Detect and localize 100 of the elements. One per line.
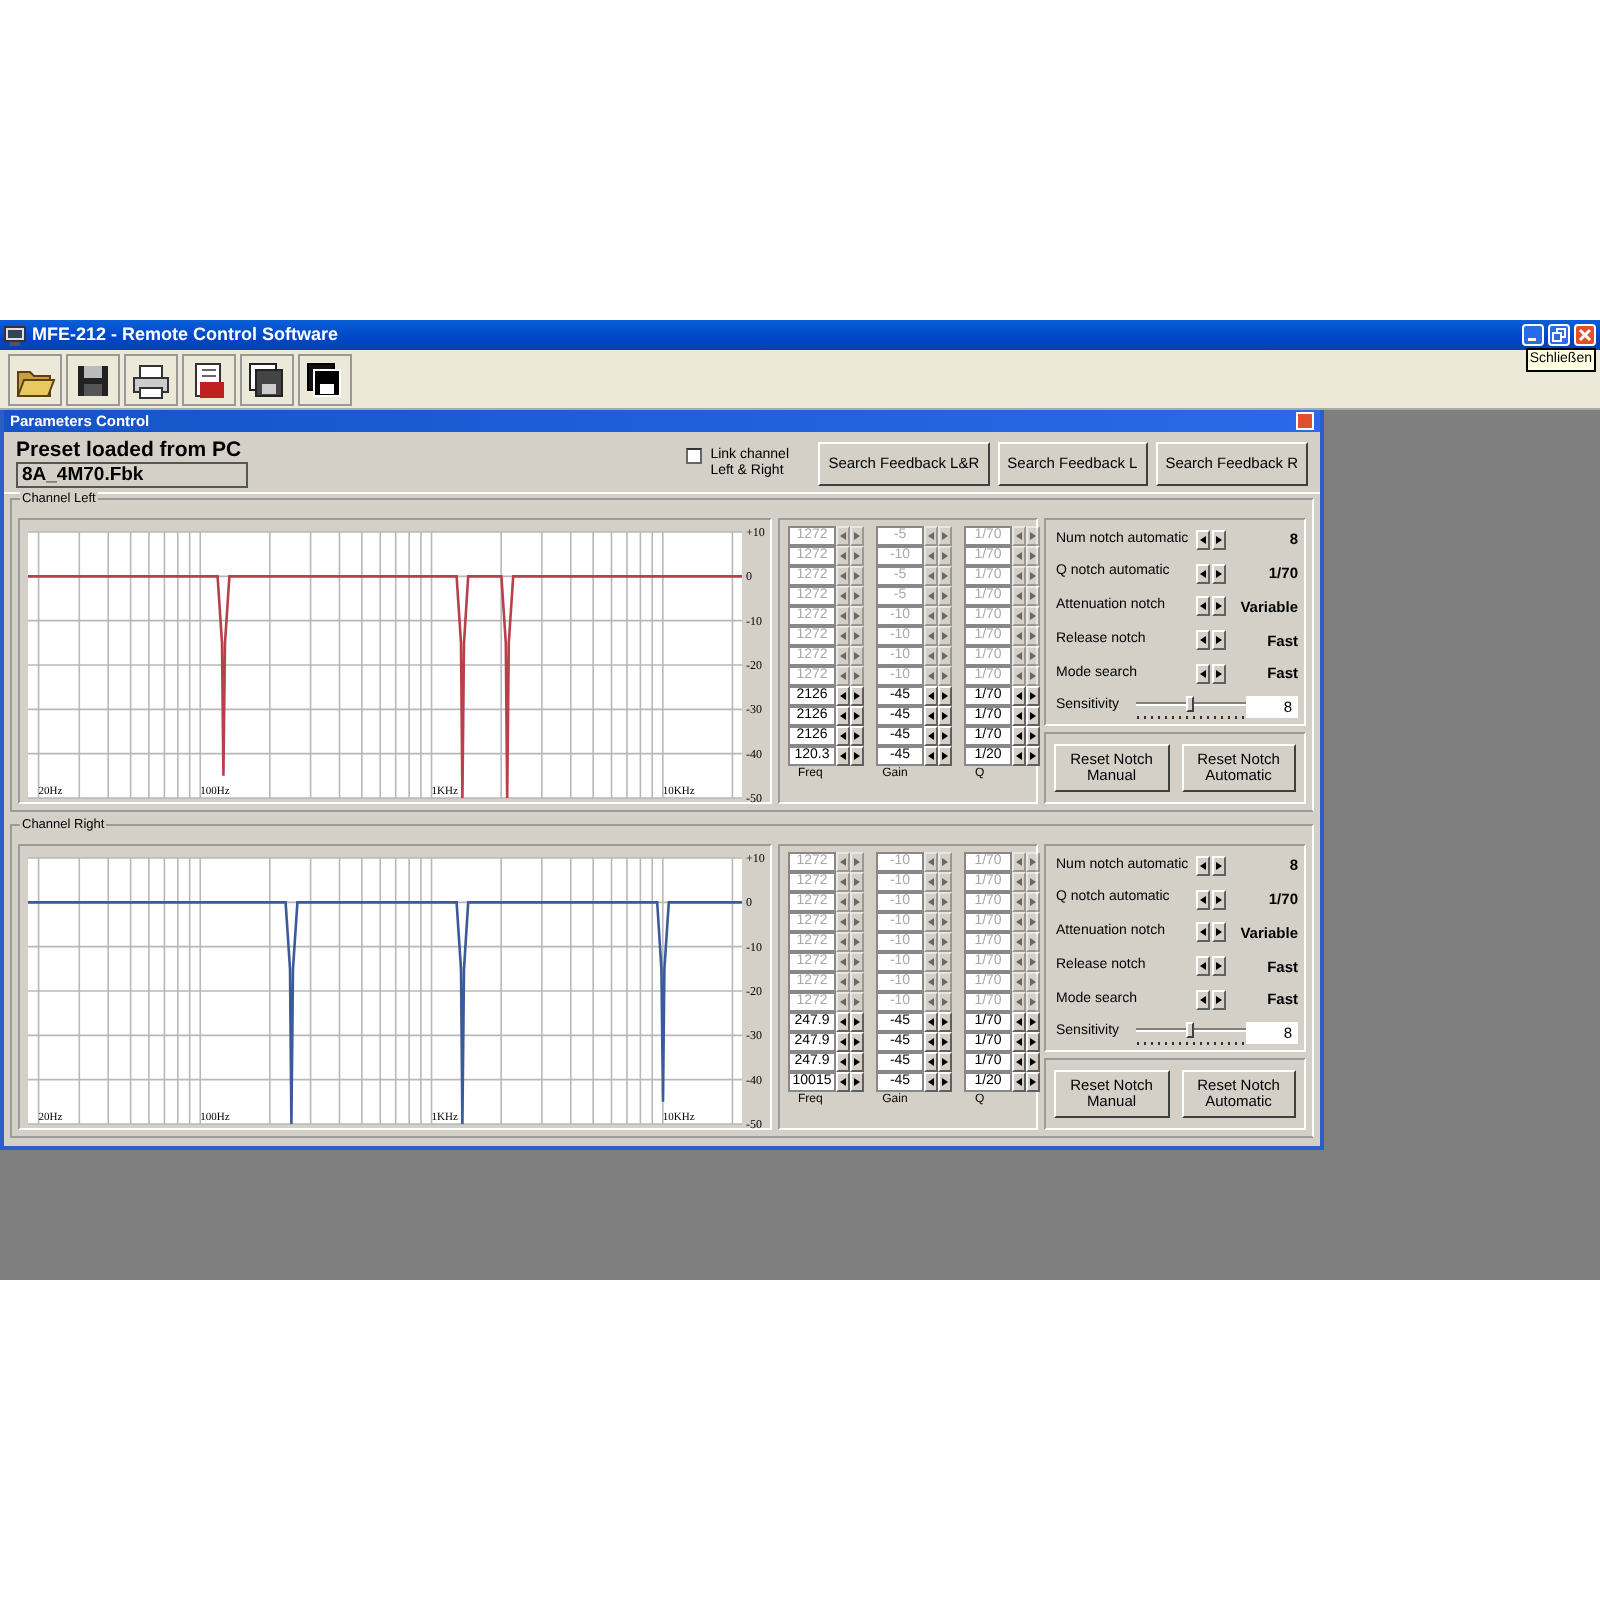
- spin-button[interactable]: [836, 746, 850, 767]
- spin-button[interactable]: [938, 1032, 952, 1053]
- slider-thumb[interactable]: [1186, 1021, 1195, 1038]
- spin-button[interactable]: [924, 726, 938, 747]
- spin-button[interactable]: [836, 726, 850, 747]
- spin-button[interactable]: [850, 1052, 864, 1073]
- spin-button[interactable]: [1026, 706, 1040, 727]
- left-arrow-icon: [1198, 960, 1208, 973]
- spin-button[interactable]: [938, 1052, 952, 1073]
- spin-button[interactable]: [938, 1012, 952, 1033]
- toolbar-button[interactable]: [298, 354, 352, 406]
- spin-button[interactable]: [938, 706, 952, 727]
- spin-button[interactable]: [1196, 663, 1210, 684]
- close-button[interactable]: [1574, 324, 1596, 346]
- close-button[interactable]: [1296, 412, 1314, 431]
- spin-button[interactable]: [1196, 563, 1210, 584]
- toolbar-button[interactable]: [240, 354, 294, 406]
- spin-button[interactable]: [1212, 630, 1226, 651]
- spin-button[interactable]: [1196, 855, 1210, 876]
- right-arrow-icon: [1214, 634, 1224, 647]
- spin-button[interactable]: [1212, 889, 1226, 910]
- spin-button[interactable]: [836, 1072, 850, 1093]
- spin-button[interactable]: [1012, 1052, 1026, 1073]
- spin-button[interactable]: [1012, 1072, 1026, 1093]
- spin-button[interactable]: [836, 686, 850, 707]
- spin-button[interactable]: [1196, 989, 1210, 1010]
- spin-button[interactable]: [1212, 663, 1226, 684]
- disk-stack-icon: [304, 359, 346, 401]
- right-arrow-icon: [1214, 926, 1224, 939]
- checkbox[interactable]: [686, 447, 703, 464]
- spin-button[interactable]: [836, 706, 850, 727]
- preset-label: Preset loaded from PC: [16, 438, 244, 463]
- spin-button[interactable]: [924, 746, 938, 767]
- spin-button[interactable]: [1012, 706, 1026, 727]
- spin-button[interactable]: [1026, 746, 1040, 767]
- spin-button[interactable]: [938, 1072, 952, 1093]
- spin-button[interactable]: [836, 1052, 850, 1073]
- spin-button[interactable]: [1026, 686, 1040, 707]
- spin-button[interactable]: [1212, 956, 1226, 977]
- right-arrow-icon: [1214, 600, 1224, 613]
- spin-button[interactable]: [1212, 596, 1226, 617]
- spin-button[interactable]: [850, 746, 864, 767]
- left-arrow-icon: [1198, 926, 1208, 939]
- spin-button[interactable]: [850, 1072, 864, 1093]
- spin-button[interactable]: [924, 1072, 938, 1093]
- left-arrow-icon: [1198, 567, 1208, 580]
- spin-button[interactable]: [924, 1032, 938, 1053]
- spin-button[interactable]: [1212, 855, 1226, 876]
- spin-button[interactable]: [1012, 746, 1026, 767]
- spin-button[interactable]: [1212, 529, 1226, 550]
- spin-button[interactable]: [1012, 1012, 1026, 1033]
- spin-button[interactable]: [1026, 1072, 1040, 1093]
- spin-button[interactable]: [1196, 922, 1210, 943]
- spin-button[interactable]: [1196, 596, 1210, 617]
- spin-button[interactable]: [1196, 630, 1210, 651]
- spin-button[interactable]: [924, 706, 938, 727]
- spin-button[interactable]: [1026, 1012, 1040, 1033]
- spin-button[interactable]: [1212, 563, 1226, 584]
- spin-button[interactable]: [924, 686, 938, 707]
- right-arrow-icon: [1214, 960, 1224, 973]
- spin-button[interactable]: [924, 1052, 938, 1073]
- spin-button[interactable]: [850, 686, 864, 707]
- spin-button[interactable]: [1026, 726, 1040, 747]
- restore-button[interactable]: [1548, 324, 1570, 346]
- left-arrow-icon: [1198, 533, 1208, 546]
- spin-button[interactable]: [1196, 889, 1210, 910]
- right-arrow-icon: [1214, 859, 1224, 872]
- spin-button[interactable]: [938, 746, 952, 767]
- toolbar-button[interactable]: [182, 354, 236, 406]
- spin-button[interactable]: [850, 1032, 864, 1053]
- spin-button[interactable]: [1026, 1052, 1040, 1073]
- toolbar-button[interactable]: [124, 354, 178, 406]
- spin-button[interactable]: [1196, 529, 1210, 550]
- spin-button[interactable]: [1012, 686, 1026, 707]
- window-title: MFE-212 - Remote Control Software: [32, 321, 339, 348]
- left-arrow-icon: [1198, 893, 1208, 906]
- spin-button[interactable]: [836, 1032, 850, 1053]
- spin-button[interactable]: [850, 1012, 864, 1033]
- spin-button[interactable]: [938, 726, 952, 747]
- spin-button[interactable]: [850, 726, 864, 747]
- spin-button[interactable]: [1212, 989, 1226, 1010]
- toolbar-button[interactable]: [66, 354, 120, 406]
- spin-button[interactable]: [924, 1012, 938, 1033]
- spin-button[interactable]: [850, 706, 864, 727]
- toolbar-button[interactable]: [8, 354, 62, 406]
- minimize-button[interactable]: [1522, 324, 1544, 346]
- left-arrow-icon: [1198, 600, 1208, 613]
- spin-button[interactable]: [1212, 922, 1226, 943]
- restore-icon: [1552, 328, 1566, 342]
- spin-button[interactable]: [1026, 1032, 1040, 1053]
- app-icon: [4, 325, 26, 345]
- spin-button[interactable]: [836, 1012, 850, 1033]
- slider-thumb[interactable]: [1186, 695, 1195, 712]
- right-arrow-icon: [1214, 993, 1224, 1006]
- spin-button[interactable]: [1012, 1032, 1026, 1053]
- left-arrow-icon: [1198, 667, 1208, 680]
- spin-button[interactable]: [1196, 956, 1210, 977]
- spin-button[interactable]: [938, 686, 952, 707]
- right-arrow-icon: [1214, 893, 1224, 906]
- spin-button[interactable]: [1012, 726, 1026, 747]
